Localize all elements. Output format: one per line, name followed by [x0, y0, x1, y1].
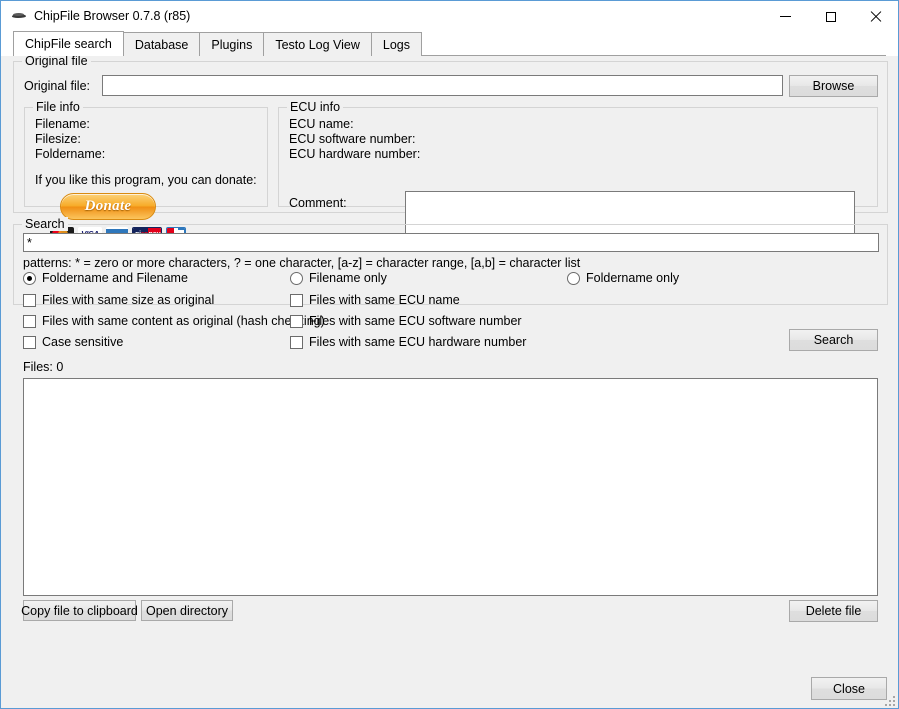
- ecu-software-number-label: ECU software number:: [289, 132, 416, 146]
- original-file-label: Original file:: [24, 79, 90, 93]
- minimize-button[interactable]: [763, 1, 808, 32]
- checkbox-indicator: [290, 314, 303, 328]
- tab-database[interactable]: Database: [122, 32, 201, 56]
- checkbox-label: Files with same ECU name: [309, 293, 460, 307]
- tab-content-chipfile-search: Original file Original file: Browse File…: [1, 54, 898, 671]
- checkbox-same-ecu-name[interactable]: Files with same ECU name: [290, 293, 460, 307]
- radio-indicator: [290, 271, 303, 285]
- maximize-icon: [825, 11, 836, 22]
- checkbox-same-size-as-original[interactable]: Files with same size as original: [23, 293, 214, 307]
- donate-button[interactable]: Donate: [60, 193, 156, 220]
- copy-button-label: Copy file to clipboard: [21, 603, 138, 618]
- checkbox-label: Files with same size as original: [42, 293, 215, 307]
- search-query-input[interactable]: [23, 233, 879, 252]
- donate-prompt-text: If you like this program, you can donate…: [35, 173, 257, 187]
- minimize-icon: [780, 16, 791, 17]
- window-title: ChipFile Browser 0.7.8 (r85): [34, 9, 191, 23]
- copy-file-to-clipboard-button[interactable]: Copy file to clipboard: [21, 600, 138, 621]
- checkbox-label: Files with same ECU software number: [309, 314, 522, 328]
- results-list[interactable]: [23, 378, 878, 596]
- tab-label: Database: [134, 37, 189, 52]
- tab-label: Logs: [382, 37, 411, 52]
- filename-label: Filename:: [35, 117, 90, 131]
- checkbox-indicator: [290, 293, 303, 307]
- radio-foldername-only[interactable]: Foldername only: [567, 271, 679, 285]
- files-count-label: Files: 0: [23, 360, 64, 374]
- tab-label: Testo Log View: [275, 37, 360, 52]
- file-info-group-title: File info: [33, 100, 83, 114]
- radio-indicator: [567, 271, 580, 285]
- search-button[interactable]: Search: [789, 329, 878, 351]
- chip-icon: [11, 8, 27, 24]
- checkbox-same-content-as-original[interactable]: Files with same content as original (has…: [23, 314, 325, 328]
- tab-testo-log-view[interactable]: Testo Log View: [263, 32, 372, 56]
- pattern-hint-text: patterns: * = zero or more characters, ?…: [23, 256, 581, 270]
- close-window-button[interactable]: [853, 1, 898, 32]
- comment-label: Comment:: [289, 196, 347, 210]
- checkbox-label: Files with same content as original (has…: [42, 314, 325, 328]
- open-directory-button[interactable]: Open directory: [141, 600, 233, 621]
- close-button-label: Close: [833, 681, 865, 696]
- tab-strip: ChipFile search Database Plugins Testo L…: [1, 31, 898, 56]
- delete-button-label: Delete file: [805, 604, 862, 618]
- checkbox-same-ecu-hardware-number[interactable]: Files with same ECU hardware number: [290, 335, 526, 349]
- open-directory-button-label: Open directory: [146, 603, 228, 618]
- checkbox-same-ecu-software-number[interactable]: Files with same ECU software number: [290, 314, 522, 328]
- search-group-title: Search: [22, 217, 68, 231]
- maximize-button[interactable]: [808, 1, 853, 32]
- search-button-label: Search: [813, 333, 854, 347]
- title-bar: ChipFile Browser 0.7.8 (r85): [1, 0, 898, 31]
- checkbox-indicator: [23, 335, 36, 349]
- tab-chipfile-search[interactable]: ChipFile search: [13, 31, 124, 56]
- search-group: Search patterns: * = zero or more charac…: [13, 217, 888, 622]
- checkbox-label: Files with same ECU hardware number: [309, 335, 527, 349]
- checkbox-label: Case sensitive: [42, 335, 124, 349]
- window-footer: Close: [1, 671, 898, 708]
- original-file-group: Original file Original file: Browse File…: [13, 54, 888, 246]
- tab-label: Plugins: [211, 37, 253, 52]
- radio-indicator: [23, 271, 36, 285]
- checkbox-indicator: [290, 335, 303, 349]
- tab-logs[interactable]: Logs: [370, 32, 423, 56]
- original-file-group-title: Original file: [22, 54, 91, 68]
- radio-filename-only[interactable]: Filename only: [290, 271, 387, 285]
- checkbox-case-sensitive[interactable]: Case sensitive: [23, 335, 123, 349]
- donate-button-label: Donate: [84, 198, 132, 214]
- foldername-label: Foldername:: [35, 147, 106, 161]
- filesize-label: Filesize:: [35, 132, 81, 146]
- ecu-name-label: ECU name:: [289, 117, 354, 131]
- browse-button-label: Browse: [812, 79, 855, 93]
- original-file-input[interactable]: [102, 75, 783, 96]
- window-controls: [763, 1, 898, 32]
- ecu-hardware-number-label: ECU hardware number:: [289, 147, 421, 161]
- file-info-group: File info Filename: Filesize: Foldername…: [24, 100, 268, 241]
- radio-label: Filename only: [309, 271, 387, 285]
- close-button[interactable]: Close: [811, 677, 887, 700]
- resize-grip[interactable]: [883, 694, 895, 706]
- ecu-info-group: ECU info ECU name: ECU software number: …: [278, 100, 878, 246]
- ecu-info-group-title: ECU info: [287, 100, 344, 114]
- delete-file-button[interactable]: Delete file: [789, 600, 878, 622]
- radio-label: Foldername and Filename: [42, 271, 188, 285]
- checkbox-indicator: [23, 314, 36, 328]
- tab-label: ChipFile search: [25, 37, 112, 51]
- tab-plugins[interactable]: Plugins: [199, 32, 265, 56]
- app-window: ChipFile Browser 0.7.8 (r85) ChipFile se…: [0, 0, 899, 709]
- radio-foldername-and-filename[interactable]: Foldername and Filename: [23, 271, 188, 285]
- browse-button[interactable]: Browse: [789, 75, 878, 97]
- close-icon: [870, 11, 882, 23]
- checkbox-indicator: [23, 293, 36, 307]
- radio-label: Foldername only: [586, 271, 680, 285]
